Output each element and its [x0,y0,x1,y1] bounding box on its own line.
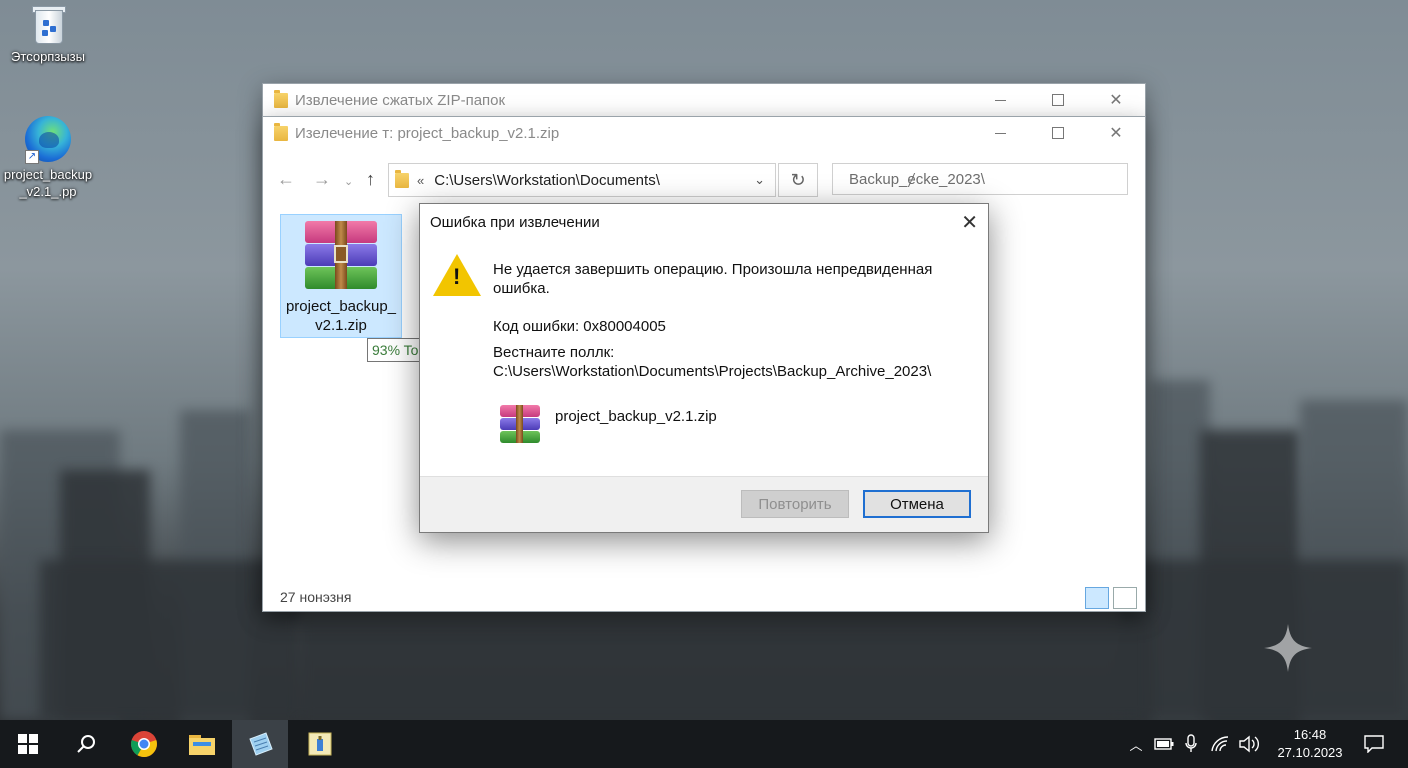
archive-app-icon [308,732,332,756]
error-code: Код ошибки: 0x80004005 [493,318,666,335]
file-name-line2: v2.1.zip [315,317,367,334]
sparkle-icon [1264,624,1312,672]
back-arrow-icon[interactable]: ← [277,169,295,190]
wifi-icon[interactable] [1210,735,1230,753]
volume-icon[interactable] [1238,735,1260,753]
notification-icon [1364,735,1384,753]
file-name-line1: project_backup_ [285,298,397,315]
winrar-archive-icon [500,405,540,443]
address-prefix: « [417,172,425,188]
status-bar-text: 27 нонэзня [280,589,352,605]
minimize-button[interactable] [971,117,1029,149]
dialog-title: Ошибка при извлечении [430,214,600,231]
winrar-archive-icon [305,221,377,289]
close-button[interactable]: ✕ [1087,84,1145,116]
clock[interactable]: 16:48 27.10.2023 [1268,726,1352,762]
file-item-zip[interactable]: project_backup_ v2.1.zip [280,214,402,338]
notifications-button[interactable] [1346,720,1402,768]
desktop-icon-project-backup[interactable]: ↗ project_backup _v2.1_.pp [0,116,96,200]
window-title: Извлечение сжатых ZIP-папок [295,91,506,109]
recycle-bin-icon [31,4,66,44]
window-title: Изелечение т: project_backup_v2.1.zip [295,124,560,142]
folder-icon [274,122,288,141]
path-value: C:\Users\Workstation\Documents\Projects\… [493,363,932,380]
maximize-button[interactable] [1029,117,1087,149]
cancel-button[interactable]: Отмена [863,490,971,518]
navigation-bar: ← → ⌄ ↑ « C:\Users\Workstation\Documents… [263,163,1145,197]
file-explorer-icon [189,735,215,755]
folder-icon [274,89,288,108]
maximize-button[interactable] [1029,84,1087,116]
taskbar-file-explorer[interactable] [174,720,230,768]
search-input[interactable]: Backup_ɇcke_2023\ [832,163,1128,195]
path-label: Вестнаите поллк: [493,344,615,361]
edge-icon: ↗ [25,116,71,164]
dialog-close-button[interactable]: ✕ [961,210,978,235]
search-value: Backup_ɇcke_2023\ [849,170,985,188]
clock-date: 27.10.2023 [1277,745,1343,760]
compressed-folder-icon [249,732,273,756]
refresh-button[interactable]: ↻ [778,163,818,197]
address-text: C:\Users\Workstation\Documents\ [434,171,660,189]
titlebar: Изелечение т: project_backup_v2.1.zip ✕ [263,117,1145,149]
windows-logo-icon [18,734,38,754]
taskbar-app-active[interactable] [232,720,288,768]
dialog-file-name: project_backup_v2.1.zip [555,408,717,425]
desktop-icon-label: Этсорпзызы [11,49,85,64]
error-dialog: Ошибка при извлечении ✕ ! Не удается зав… [419,203,989,533]
folder-icon [395,169,409,188]
taskbar-archive-app[interactable] [292,720,348,768]
recent-chevron-icon[interactable]: ⌄ [344,175,353,188]
close-icon: ✕ [1109,92,1123,109]
minimize-button[interactable] [971,84,1029,116]
show-hidden-icons-chevron-icon[interactable]: ︿ [1126,735,1146,754]
error-message-line1: Не удается завершить операцию. Произошла… [493,261,933,278]
refresh-icon: ↻ [790,169,806,190]
error-message: Не удается завершить операцию. Произошла… [493,260,932,298]
start-button[interactable] [0,720,56,768]
details-view-button[interactable] [1085,587,1109,609]
maximize-icon [1052,127,1064,139]
forward-arrow-icon[interactable]: → [313,169,331,190]
minimize-icon [994,132,1006,134]
chevron-down-icon[interactable]: ⌄ [754,172,765,188]
titlebar: Извлечение сжатых ZIP-папок ✕ [263,84,1145,116]
large-icons-view-button[interactable] [1113,587,1137,609]
taskbar-chrome[interactable] [116,720,172,768]
retry-button[interactable]: Повторить [741,490,849,518]
warning-icon: ! [433,254,481,296]
clock-time: 16:48 [1293,727,1327,742]
desktop-icon-label: project_backup _v2.1_.pp [3,167,93,199]
error-message-line2: ошибка. [493,280,550,297]
shortcut-arrow-icon: ↗ [25,150,39,164]
battery-icon[interactable] [1154,737,1174,751]
maximize-icon [1052,94,1064,106]
close-icon: ✕ [961,212,978,234]
view-switcher [1085,587,1137,609]
close-button[interactable]: ✕ [1087,117,1145,149]
search-icon [77,735,95,753]
close-icon: ✕ [1109,125,1123,142]
dialog-footer: Повторить Отмена [420,476,988,532]
up-arrow-icon[interactable]: ↑ [366,169,375,190]
chrome-icon [131,731,157,758]
system-tray: ︿ [1126,720,1260,768]
progress-tooltip: 93% To [367,338,427,362]
address-bar[interactable]: « C:\Users\Workstation\Documents\ ⌄ [388,163,776,197]
search-button[interactable] [58,720,114,768]
desktop-icon-recycle-bin[interactable]: Этсорпзызы [0,4,96,65]
microphone-icon[interactable] [1184,734,1198,754]
taskbar: ︿ 16:48 27.10.2023 [0,720,1408,768]
minimize-icon [994,99,1006,101]
